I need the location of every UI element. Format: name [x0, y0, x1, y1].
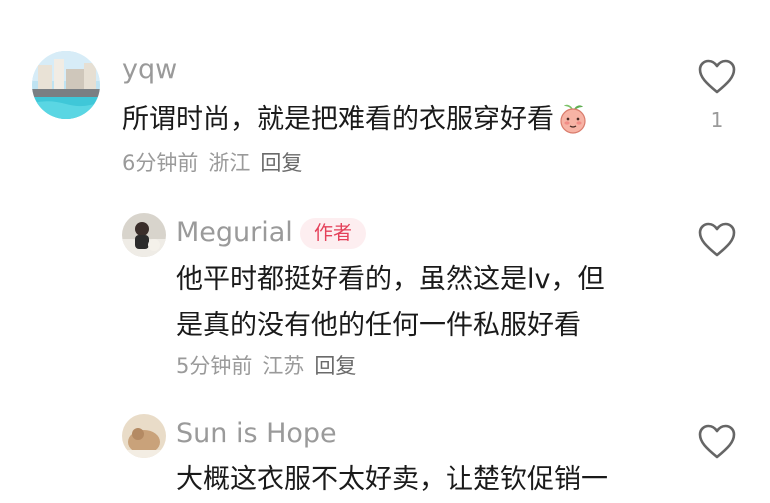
comment-text: 他平时都挺好看的，虽然这是lv，但 是真的没有他的任何一件私服好看	[176, 257, 604, 349]
avatar[interactable]	[122, 213, 166, 257]
heart-icon	[698, 222, 736, 257]
like-button[interactable]	[697, 423, 737, 461]
like-button[interactable]	[697, 58, 737, 96]
comment-text-line: 所谓时尚，就是把难看的衣服穿好看	[122, 104, 554, 135]
comment-item: yqw 所谓时尚，就是把难看的衣服穿好看 6分钟前 浙江 回复 1	[0, 0, 770, 200]
avatar[interactable]	[122, 414, 166, 458]
comment-text-line: 他平时都挺好看的，虽然这是lv，但	[176, 264, 605, 295]
heart-icon	[698, 59, 736, 94]
heart-icon	[698, 424, 736, 459]
username[interactable]: Sun is Hope	[176, 420, 337, 447]
comment-meta: 5分钟前 江苏 回复	[176, 356, 366, 377]
comment-time: 5分钟前	[176, 354, 253, 378]
comment-text: 所谓时尚，就是把难看的衣服穿好看	[122, 97, 590, 143]
comment-text-line: 是真的没有他的任何一件私服好看	[176, 310, 581, 341]
like-count: 1	[710, 108, 724, 132]
comment-location: 江苏	[262, 354, 305, 378]
username[interactable]: Megurial	[176, 219, 293, 246]
comment-text: 大概这衣服不太好卖，让楚钦促销一	[176, 457, 608, 503]
peach-face-icon	[556, 101, 590, 135]
comment-meta: 6分钟前 浙江 回复	[122, 153, 312, 174]
reply-button[interactable]: 回复	[260, 151, 302, 175]
reply-button[interactable]: 回复	[314, 354, 356, 378]
author-badge: 作者	[300, 218, 367, 249]
avatar[interactable]	[32, 51, 100, 119]
comment-time: 6分钟前	[122, 151, 199, 175]
reply-item: Sun is Hope 大概这衣服不太好卖，让楚钦促销一	[0, 400, 770, 503]
username[interactable]: yqw	[122, 56, 177, 83]
comment-text-line: 大概这衣服不太好卖，让楚钦促销一	[176, 464, 608, 495]
comment-location: 浙江	[208, 151, 251, 175]
like-button[interactable]	[697, 221, 737, 259]
reply-item: Megurial 作者 他平时都挺好看的，虽然这是lv，但 是真的没有他的任何一…	[0, 200, 770, 400]
